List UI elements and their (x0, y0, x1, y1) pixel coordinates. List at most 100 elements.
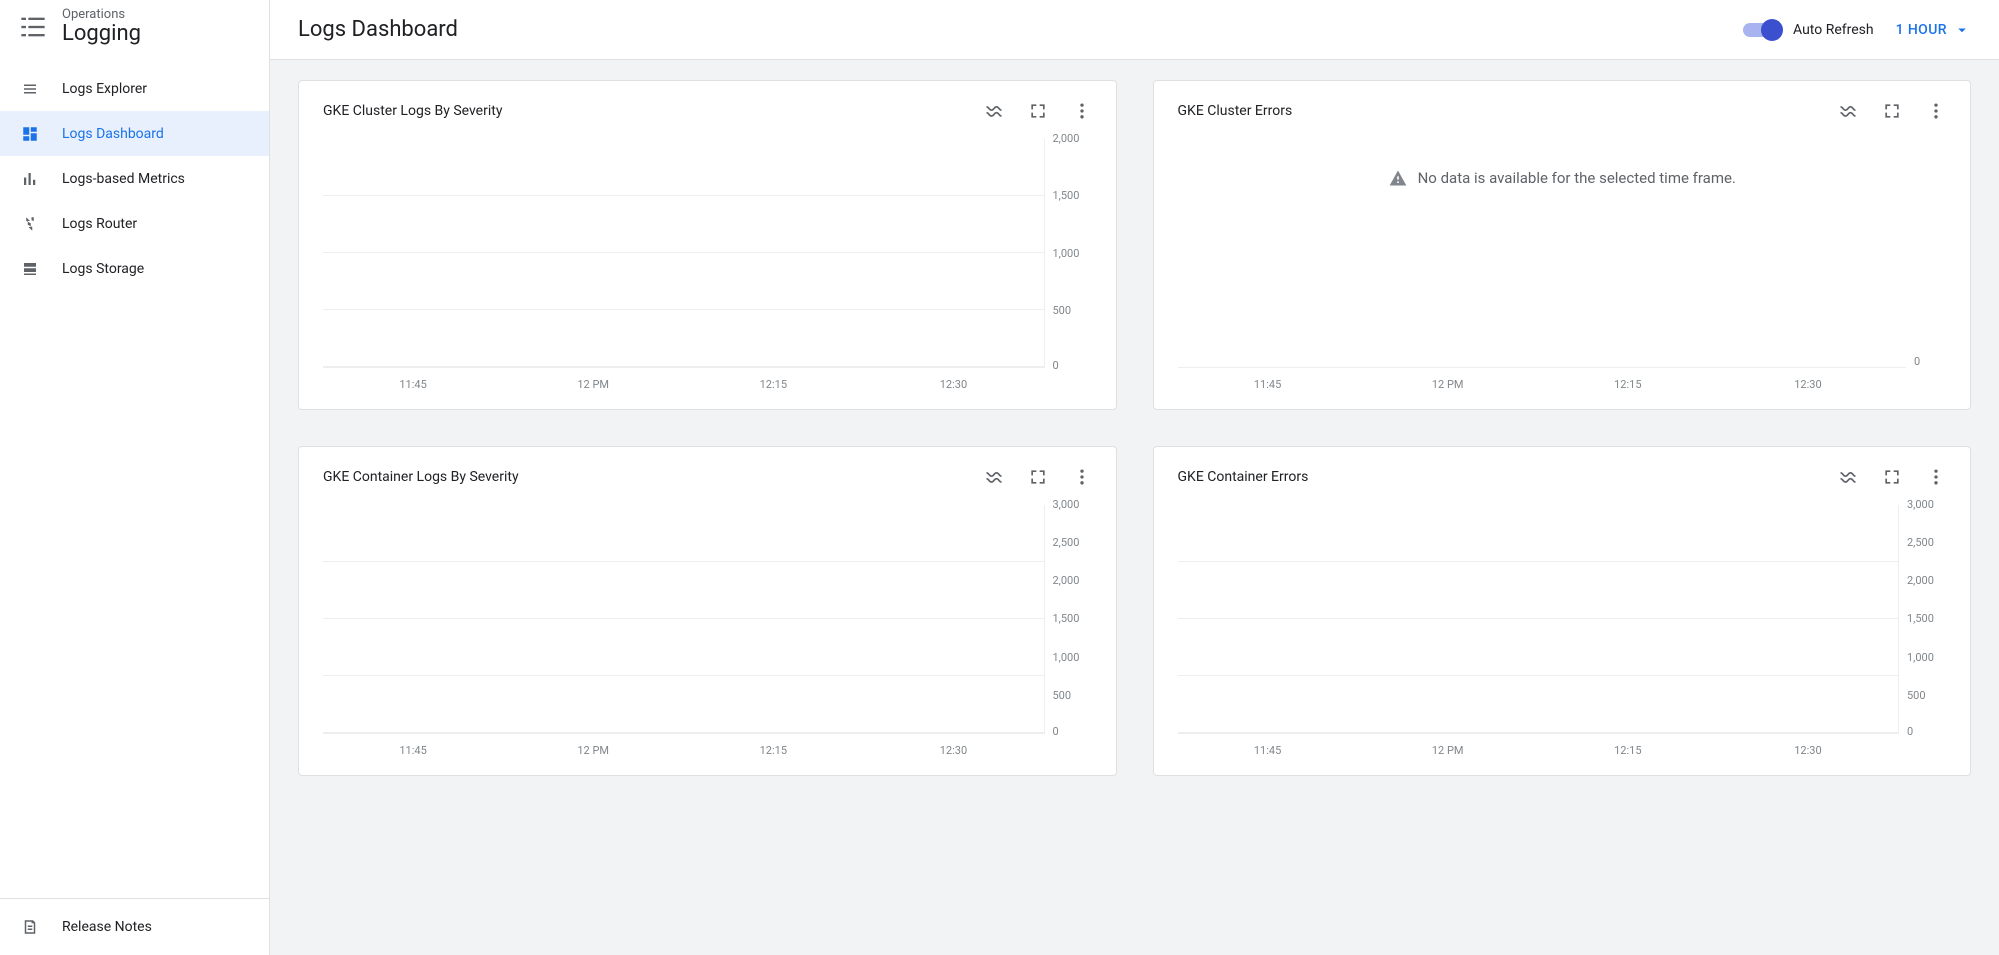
auto-refresh: Auto Refresh (1743, 19, 1874, 41)
more-icon (1072, 467, 1092, 487)
card-grid: GKE Cluster Logs By Severity 2,0001,5001,… (298, 80, 1971, 804)
chart-bars (323, 505, 1044, 734)
card-title: GKE Cluster Logs By Severity (323, 103, 502, 119)
sidebar-item-logs-explorer[interactable]: Logs Explorer (0, 66, 269, 111)
legend-icon (984, 101, 1004, 121)
card-actions (1838, 467, 1946, 487)
toggle-thumb (1761, 19, 1783, 41)
x-tick: 12:30 (1718, 744, 1898, 757)
legend-icon (1838, 101, 1858, 121)
chart-view-button[interactable] (1838, 467, 1858, 487)
brand-title: Logging (62, 22, 141, 46)
chart-bars (1178, 505, 1899, 734)
time-range-selector[interactable]: 1 HOUR (1896, 21, 1971, 39)
sidebar-item-logs-router[interactable]: Logs Router (0, 201, 269, 246)
empty-state-text: No data is available for the selected ti… (1418, 169, 1736, 187)
fullscreen-icon (1882, 101, 1902, 121)
more-icon (1926, 467, 1946, 487)
card-gke-cluster-severity: GKE Cluster Logs By Severity 2,0001,5001,… (298, 80, 1117, 410)
chart-plot: 0 (1178, 254, 1947, 369)
sidebar-item-logs-based-metrics[interactable]: Logs-based Metrics (0, 156, 269, 201)
sidebar-item-logs-storage[interactable]: Logs Storage (0, 246, 269, 291)
route-icon (20, 215, 40, 233)
fullscreen-button[interactable] (1028, 101, 1048, 121)
auto-refresh-toggle[interactable] (1743, 19, 1783, 41)
sidebar-footer: Release Notes (0, 898, 269, 955)
bars-icon (20, 170, 40, 188)
x-tick: 11:45 (323, 378, 503, 391)
fullscreen-icon (1882, 467, 1902, 487)
sidebar-nav: Logs Explorer Logs Dashboard Logs-based Me… (0, 62, 269, 291)
fullscreen-icon (1028, 101, 1048, 121)
x-tick: 12 PM (1358, 378, 1538, 391)
x-tick: 12:30 (1718, 378, 1898, 391)
y-axis: 3,0002,5002,0001,5001,0005000 (1898, 505, 1946, 734)
chart-bars (323, 139, 1044, 368)
x-tick: 12 PM (503, 378, 683, 391)
card-title: GKE Cluster Errors (1178, 103, 1293, 119)
x-tick: 12 PM (1358, 744, 1538, 757)
notes-icon (20, 918, 40, 936)
chevron-down-icon (1953, 21, 1971, 39)
card-actions (984, 467, 1092, 487)
card-gke-container-severity: GKE Container Logs By Severity 3,0002,500… (298, 446, 1117, 776)
x-tick: 11:45 (1178, 378, 1358, 391)
more-button[interactable] (1926, 467, 1946, 487)
storage-icon (20, 260, 40, 278)
x-axis: 11:4512 PM12:1512:30 (1178, 734, 1947, 757)
list-icon (20, 80, 40, 98)
fullscreen-button[interactable] (1882, 101, 1902, 121)
card-actions (1838, 101, 1946, 121)
legend-icon (1838, 467, 1858, 487)
more-button[interactable] (1072, 467, 1092, 487)
x-tick: 11:45 (1178, 744, 1358, 757)
card-title: GKE Container Errors (1178, 469, 1309, 485)
sidebar-item-label: Logs Dashboard (62, 126, 164, 142)
x-axis: 11:4512 PM12:1512:30 (1178, 368, 1947, 391)
dashboard-icon (20, 125, 40, 143)
x-tick: 12:15 (1538, 378, 1718, 391)
y-axis: 2,0001,5001,0005000 (1044, 139, 1092, 368)
warning-icon (1388, 168, 1408, 188)
chart-view-button[interactable] (1838, 101, 1858, 121)
fullscreen-button[interactable] (1882, 467, 1902, 487)
chart-view-button[interactable] (984, 467, 1004, 487)
x-tick: 12:30 (863, 744, 1043, 757)
x-axis: 11:4512 PM12:1512:30 (323, 368, 1092, 391)
card-actions (984, 101, 1092, 121)
sidebar-item-release-notes[interactable]: Release Notes (0, 899, 269, 955)
card-header: GKE Cluster Logs By Severity (323, 101, 1092, 121)
dashboard-body: GKE Cluster Logs By Severity 2,0001,5001,… (270, 60, 1999, 955)
x-tick: 11:45 (323, 744, 503, 757)
card-header: GKE Container Logs By Severity (323, 467, 1092, 487)
legend-icon (984, 467, 1004, 487)
topbar: Logs Dashboard Auto Refresh 1 HOUR (270, 0, 1999, 60)
card-gke-cluster-errors: GKE Cluster Errors No data is available f… (1153, 80, 1972, 410)
x-tick: 12:30 (863, 378, 1043, 391)
y-axis: 3,0002,5002,0001,5001,0005000 (1044, 505, 1092, 734)
x-axis: 11:4512 PM12:1512:30 (323, 734, 1092, 757)
chart-view-button[interactable] (984, 101, 1004, 121)
chart-plot: 3,0002,5002,0001,5001,0005000 (323, 505, 1092, 734)
more-icon (1926, 101, 1946, 121)
brand: Operations Logging (0, 0, 269, 62)
topbar-right: Auto Refresh 1 HOUR (1743, 19, 1971, 41)
card-header: GKE Container Errors (1178, 467, 1947, 487)
x-tick: 12:15 (683, 378, 863, 391)
more-button[interactable] (1072, 101, 1092, 121)
chart: 3,0002,5002,0001,5001,000500011:4512 PM1… (323, 487, 1092, 757)
card-gke-container-errors: GKE Container Errors 3,0002,5002,0001,500… (1153, 446, 1972, 776)
more-button[interactable] (1926, 101, 1946, 121)
x-tick: 12 PM (503, 744, 683, 757)
chart: 2,0001,5001,000500011:4512 PM12:1512:30 (323, 121, 1092, 391)
sidebar-item-label: Logs Explorer (62, 81, 147, 97)
fullscreen-button[interactable] (1028, 467, 1048, 487)
empty-state: No data is available for the selected ti… (1178, 121, 1947, 236)
sidebar: Operations Logging Logs Explorer Logs Das… (0, 0, 270, 955)
auto-refresh-label: Auto Refresh (1793, 22, 1874, 38)
chart-plot: 3,0002,5002,0001,5001,0005000 (1178, 505, 1947, 734)
x-tick: 12:15 (683, 744, 863, 757)
sidebar-item-logs-dashboard[interactable]: Logs Dashboard (0, 111, 269, 156)
more-icon (1072, 101, 1092, 121)
chart-plot: 2,0001,5001,0005000 (323, 139, 1092, 368)
